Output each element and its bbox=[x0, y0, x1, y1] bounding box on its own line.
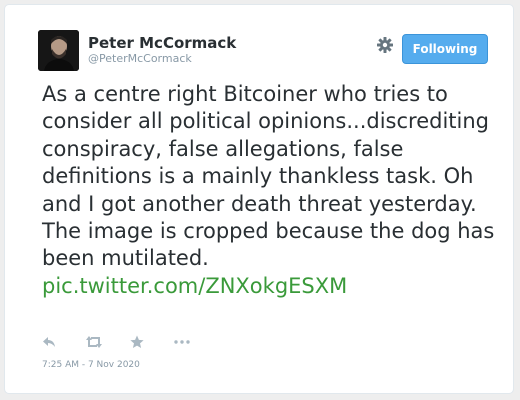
more-dots-icon[interactable] bbox=[173, 333, 191, 351]
tweet-media-link[interactable]: pic.twitter.com/ZNXokgESXM bbox=[42, 274, 347, 298]
tweet-text-block: As a centre right Bitcoiner who tries to… bbox=[42, 81, 502, 300]
user-handle[interactable]: @PeterMcCormack bbox=[88, 52, 192, 65]
tweet-actions bbox=[42, 333, 222, 351]
display-name[interactable]: Peter McCormack bbox=[88, 34, 236, 52]
avatar[interactable] bbox=[38, 30, 79, 71]
tweet-timestamp[interactable]: 7:25 AM - 7 Nov 2020 bbox=[42, 360, 140, 370]
avatar-photo bbox=[38, 30, 79, 71]
favorite-star-icon[interactable] bbox=[130, 333, 144, 351]
tweet-card: Peter McCormack @PeterMcCormack Followin… bbox=[4, 4, 514, 394]
reply-icon[interactable] bbox=[42, 333, 56, 351]
gear-icon[interactable] bbox=[376, 36, 394, 54]
following-button[interactable]: Following bbox=[402, 34, 488, 64]
retweet-icon[interactable] bbox=[85, 333, 103, 351]
tweet-text: As a centre right Bitcoiner who tries to… bbox=[42, 82, 495, 271]
